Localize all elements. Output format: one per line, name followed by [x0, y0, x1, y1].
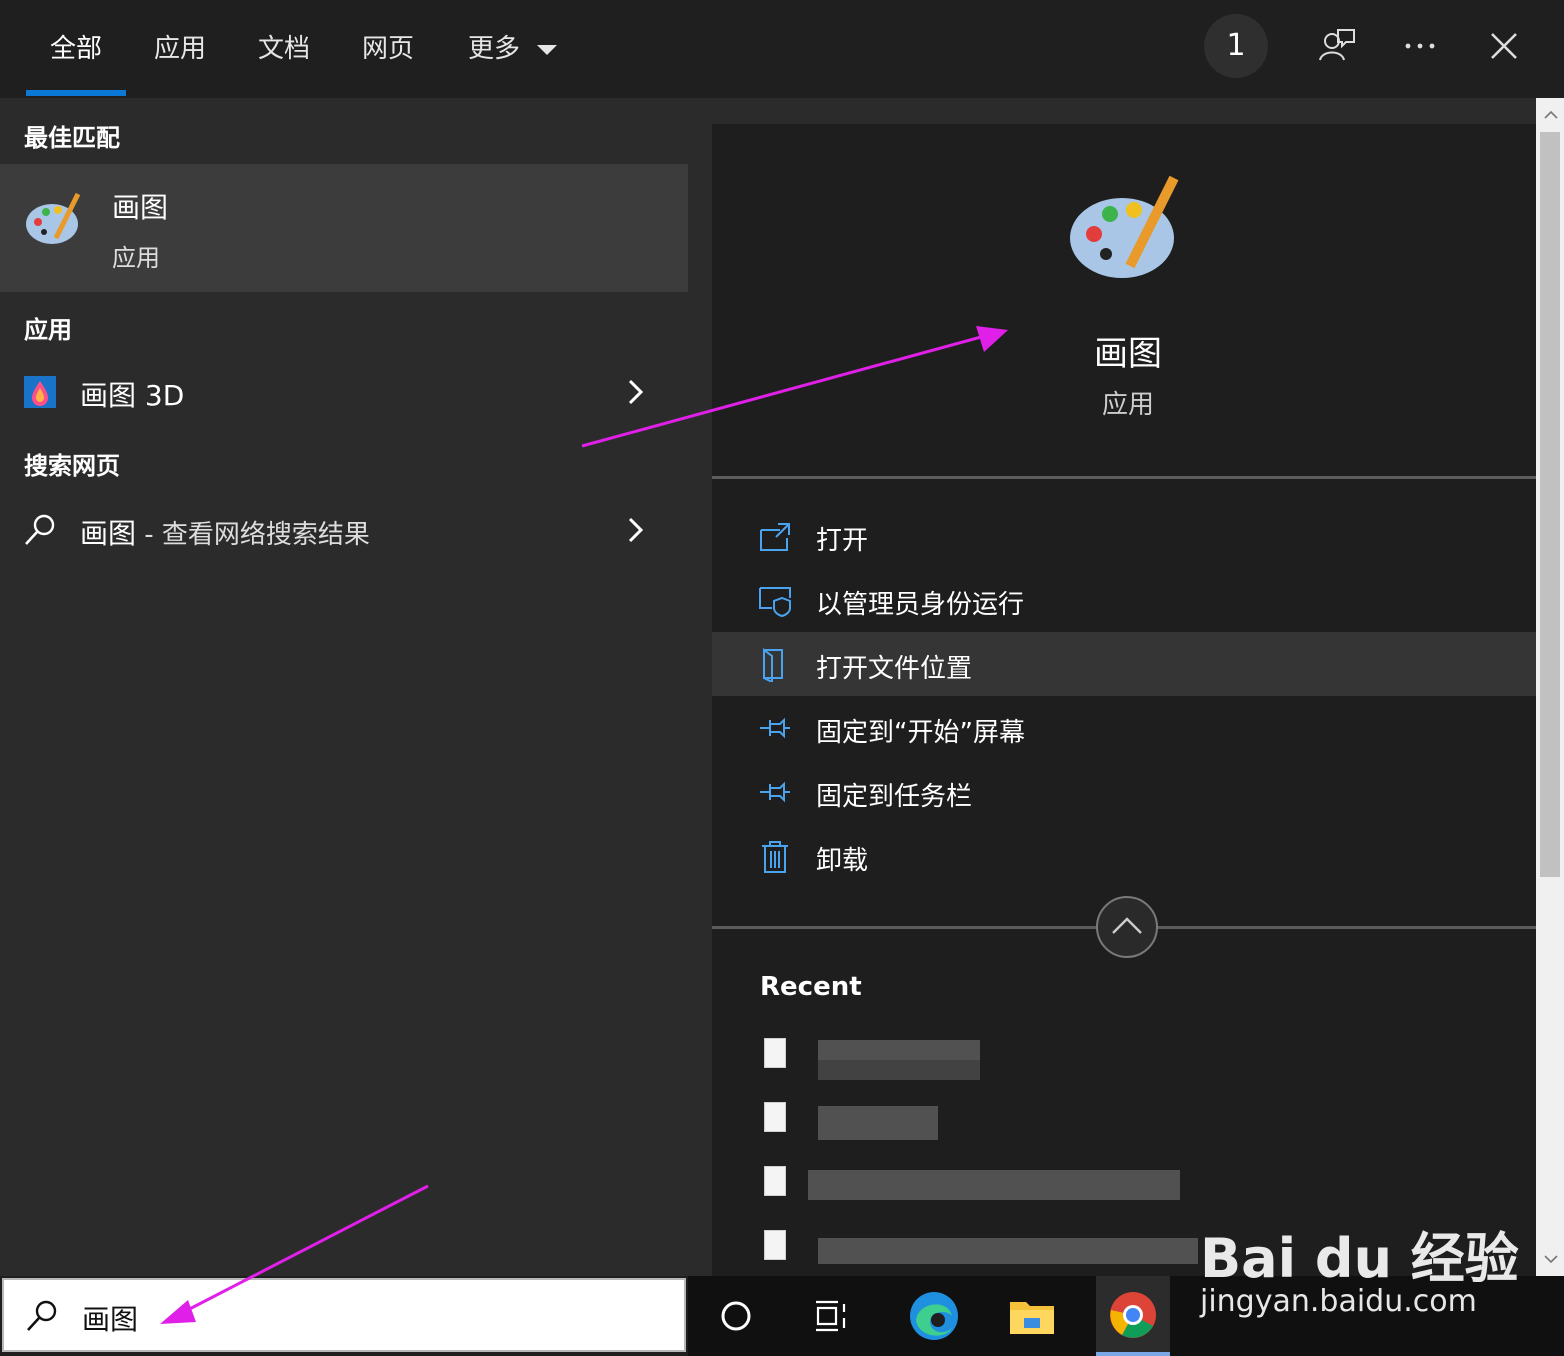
- action-pin-to-taskbar[interactable]: 固定到任务栏: [712, 760, 1536, 824]
- action-label: 卸载: [816, 846, 869, 876]
- web-search-query: 画图: [80, 517, 137, 550]
- action-open[interactable]: 打开: [712, 504, 1536, 568]
- action-label: 打开: [816, 526, 869, 556]
- search-box[interactable]: 画图: [2, 1278, 686, 1352]
- active-tab-indicator: [26, 90, 126, 96]
- more-options-icon[interactable]: [1400, 26, 1440, 66]
- chevron-down-icon: [537, 44, 558, 55]
- tab-all[interactable]: 全部: [50, 28, 102, 65]
- scroll-down-icon[interactable]: [1542, 1250, 1560, 1268]
- paint3d-icon: [24, 376, 56, 408]
- file-explorer-icon[interactable]: [1008, 1294, 1056, 1338]
- web-search-item[interactable]: 画图 - 查看网络搜索结果: [0, 498, 688, 562]
- search-icon: [27, 1300, 57, 1331]
- web-search-header: 搜索网页: [24, 452, 120, 480]
- recent-item-4[interactable]: [818, 1238, 1198, 1264]
- divider: [712, 476, 1536, 479]
- paint-app-large-icon: [1070, 175, 1179, 278]
- task-view-icon[interactable]: [814, 1298, 850, 1334]
- baidu-watermark-url: jingyan.baidu.com: [1200, 1284, 1477, 1319]
- file-location-icon: [763, 648, 783, 682]
- action-label: 固定到“开始”屏幕: [816, 718, 1025, 748]
- app-item-label: 画图 3D: [80, 379, 185, 412]
- action-label: 固定到任务栏: [816, 782, 973, 812]
- apps-header: 应用: [24, 316, 72, 344]
- best-match-header: 最佳匹配: [24, 124, 120, 152]
- chevron-right-icon: [628, 379, 644, 405]
- open-icon: [760, 523, 790, 551]
- action-label: 以管理员身份运行: [816, 590, 1025, 620]
- collapse-button[interactable]: [1096, 896, 1158, 958]
- recent-item-3[interactable]: [808, 1170, 1180, 1200]
- shield-run-icon: [759, 587, 791, 618]
- tab-apps[interactable]: 应用: [154, 28, 206, 65]
- tab-more-label: 更多: [468, 34, 521, 64]
- chevron-right-icon: [628, 517, 644, 543]
- chrome-taskbar-item[interactable]: [1096, 1276, 1170, 1356]
- preview-app-name: 画图: [1094, 334, 1162, 374]
- trash-icon: [762, 841, 788, 873]
- tab-web[interactable]: 网页: [362, 28, 414, 65]
- tab-more[interactable]: 更多: [468, 28, 558, 65]
- best-match-item[interactable]: 画图 应用: [0, 164, 688, 292]
- search-icon: [25, 514, 55, 545]
- best-match-type: 应用: [112, 244, 160, 272]
- cortana-icon[interactable]: [718, 1298, 754, 1334]
- active-app-indicator: [1096, 1352, 1170, 1356]
- file-icon: [764, 1166, 786, 1196]
- scroll-up-icon[interactable]: [1542, 106, 1560, 124]
- file-icon: [764, 1038, 786, 1068]
- pin-icon: [760, 717, 790, 739]
- chevron-up-icon: [1112, 917, 1142, 934]
- action-uninstall[interactable]: 卸载: [712, 824, 1536, 888]
- paint-app-icon: [26, 192, 81, 244]
- action-pin-to-start[interactable]: 固定到“开始”屏幕: [712, 696, 1536, 760]
- web-search-text: 画图 - 查看网络搜索结果: [80, 512, 370, 552]
- file-icon: [764, 1102, 786, 1132]
- edge-browser-icon[interactable]: [908, 1290, 960, 1342]
- web-search-suffix: - 查看网络搜索结果: [136, 520, 370, 550]
- recent-header: Recent: [760, 972, 862, 1002]
- scrollbar-thumb[interactable]: [1540, 132, 1560, 877]
- preview-app-type: 应用: [1101, 390, 1154, 420]
- baidu-watermark-logo: Bai du 经验: [1200, 1227, 1519, 1290]
- rewards-count-badge[interactable]: 1: [1204, 14, 1268, 78]
- feedback-icon[interactable]: [1316, 26, 1356, 66]
- close-icon[interactable]: [1484, 26, 1524, 66]
- app-item-paint3d[interactable]: 画图 3D: [0, 360, 688, 424]
- chrome-browser-icon: [1110, 1292, 1156, 1338]
- action-run-as-admin[interactable]: 以管理员身份运行: [712, 568, 1536, 632]
- action-open-file-location[interactable]: 打开文件位置: [712, 632, 1536, 696]
- action-label: 打开文件位置: [816, 654, 973, 684]
- recent-item-2[interactable]: [818, 1106, 938, 1140]
- search-input[interactable]: 画图: [82, 1298, 138, 1338]
- file-icon: [764, 1230, 786, 1260]
- tab-documents[interactable]: 文档: [258, 28, 310, 65]
- pin-icon: [760, 781, 790, 803]
- best-match-name: 画图: [112, 191, 169, 224]
- recent-item-1[interactable]: [818, 1040, 980, 1080]
